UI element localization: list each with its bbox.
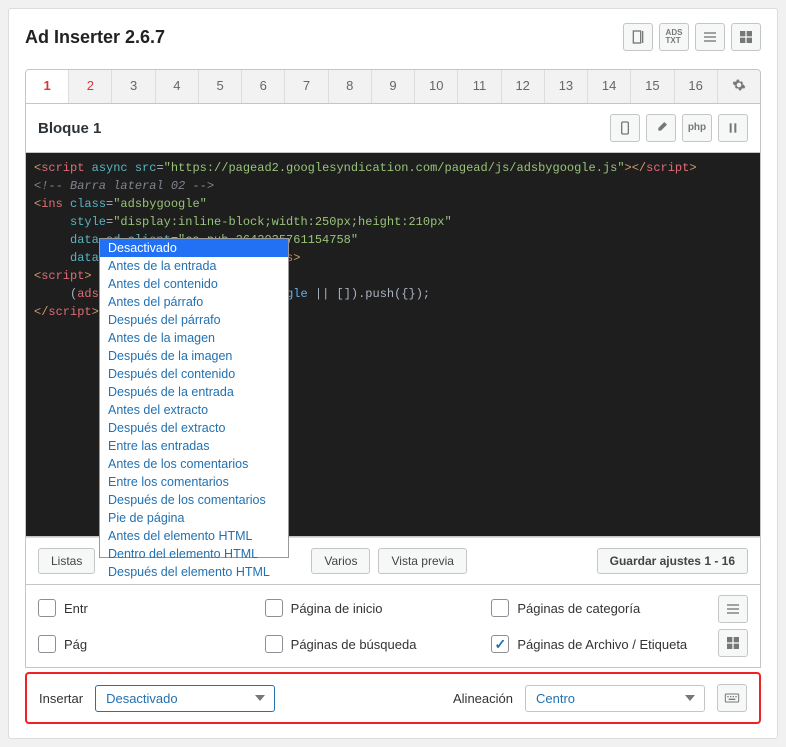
ads-txt-btn[interactable]: ADSTXT (659, 23, 689, 51)
guardar-btn[interactable]: Guardar ajustes 1 - 16 (597, 548, 748, 574)
php-btn[interactable]: php (682, 114, 712, 142)
alineacion-label: Alineación (453, 691, 513, 706)
alineacion-select[interactable]: Centro (525, 685, 705, 712)
dd-option[interactable]: Después de los comentarios (100, 491, 288, 509)
tab-4[interactable]: 4 (156, 70, 199, 103)
check-busqueda[interactable]: Páginas de búsqueda (265, 635, 492, 653)
side-list-icon[interactable] (718, 595, 748, 623)
dd-option[interactable]: Antes de la imagen (100, 329, 288, 347)
tab-15[interactable]: 15 (631, 70, 674, 103)
block-tabs: 1 2 3 4 5 6 7 8 9 10 11 12 13 14 15 16 (25, 69, 761, 104)
dd-option[interactable]: Después del párrafo (100, 311, 288, 329)
dd-option[interactable]: Dentro del elemento HTML (100, 545, 288, 563)
dd-option[interactable]: Después del extracto (100, 419, 288, 437)
device-icon-btn[interactable] (610, 114, 640, 142)
tab-8[interactable]: 8 (329, 70, 372, 103)
tab-10[interactable]: 10 (415, 70, 458, 103)
dd-option[interactable]: Desactivado (100, 239, 288, 257)
dd-option[interactable]: Antes del contenido (100, 275, 288, 293)
block-title: Bloque 1 (38, 120, 101, 137)
insertar-dropdown[interactable]: DesactivadoAntes de la entradaAntes del … (99, 238, 289, 558)
dd-option[interactable]: Antes del párrafo (100, 293, 288, 311)
check-archivo[interactable]: Páginas de Archivo / Etiqueta (491, 635, 718, 653)
tab-1[interactable]: 1 (26, 70, 69, 103)
varios-btn[interactable]: Varios (311, 548, 370, 574)
list-view-btn[interactable] (695, 23, 725, 51)
tools-icon-btn[interactable] (646, 114, 676, 142)
tab-settings[interactable] (718, 70, 760, 103)
tab-11[interactable]: 11 (458, 70, 501, 103)
tab-16[interactable]: 16 (675, 70, 718, 103)
check-paginas[interactable]: Pág (38, 635, 265, 653)
tab-5[interactable]: 5 (199, 70, 242, 103)
dd-option[interactable]: Antes del elemento HTML (100, 527, 288, 545)
dd-option[interactable]: Antes del extracto (100, 401, 288, 419)
doc-icon-btn[interactable] (623, 23, 653, 51)
dd-option[interactable]: Antes de los comentarios (100, 455, 288, 473)
check-categoria[interactable]: Páginas de categoría (491, 599, 718, 617)
side-grid-icon[interactable] (718, 629, 748, 657)
check-inicio[interactable]: Página de inicio (265, 599, 492, 617)
tab-6[interactable]: 6 (242, 70, 285, 103)
listas-btn[interactable]: Listas (38, 548, 95, 574)
dd-option[interactable]: Después de la imagen (100, 347, 288, 365)
check-entradas[interactable]: Entr (38, 599, 265, 617)
page-title: Ad Inserter 2.6.7 (25, 27, 165, 48)
keyboard-icon-btn[interactable] (717, 684, 747, 712)
tab-2[interactable]: 2 (69, 70, 112, 103)
dd-option[interactable]: Pie de página (100, 509, 288, 527)
tab-3[interactable]: 3 (112, 70, 155, 103)
tab-14[interactable]: 14 (588, 70, 631, 103)
dd-option[interactable]: Después del contenido (100, 365, 288, 383)
insertar-select[interactable]: Desactivado (95, 685, 275, 712)
dd-option[interactable]: Antes de la entrada (100, 257, 288, 275)
insertar-label: Insertar (39, 691, 83, 706)
tab-7[interactable]: 7 (285, 70, 328, 103)
dd-option[interactable]: Entre los comentarios (100, 473, 288, 491)
vista-previa-btn[interactable]: Vista previa (378, 548, 466, 574)
tab-13[interactable]: 13 (545, 70, 588, 103)
tab-12[interactable]: 12 (502, 70, 545, 103)
grid-view-btn[interactable] (731, 23, 761, 51)
pause-btn[interactable] (718, 114, 748, 142)
dd-option[interactable]: Después del elemento HTML (100, 563, 288, 581)
tab-9[interactable]: 9 (372, 70, 415, 103)
dd-option[interactable]: Después de la entrada (100, 383, 288, 401)
dd-option[interactable]: Entre las entradas (100, 437, 288, 455)
